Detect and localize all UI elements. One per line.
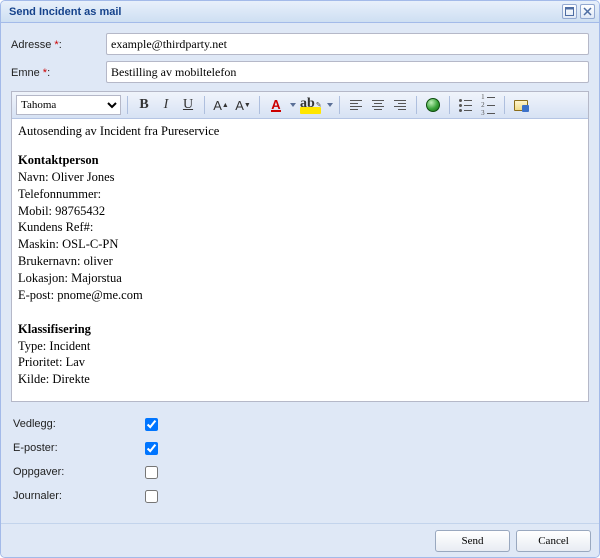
- tasks-label: Oppgaver:: [11, 466, 141, 478]
- contact-line: Navn: Oliver Jones: [18, 169, 582, 186]
- address-label: Adresse *:: [11, 37, 106, 51]
- contact-header: Kontaktperson: [18, 153, 99, 167]
- class-line: Type: Incident: [18, 338, 582, 355]
- contact-line: Maskin: OSL-C-PN: [18, 236, 582, 253]
- maximize-button[interactable]: [562, 4, 577, 19]
- subject-label: Emne *:: [11, 65, 106, 79]
- class-header: Klassifisering: [18, 322, 91, 336]
- font-color-button[interactable]: A: [266, 95, 286, 115]
- link-button[interactable]: [423, 95, 443, 115]
- align-left-button[interactable]: [346, 95, 366, 115]
- separator: [204, 96, 205, 114]
- close-button[interactable]: [580, 4, 595, 19]
- italic-button[interactable]: I: [156, 95, 176, 115]
- underline-button[interactable]: U: [178, 95, 198, 115]
- align-right-button[interactable]: [390, 95, 410, 115]
- contact-line: Kundens Ref#:: [18, 219, 582, 236]
- separator: [504, 96, 505, 114]
- font-decrease-button[interactable]: A▼: [233, 95, 253, 115]
- class-line: Kilde: Direkte: [18, 371, 582, 388]
- subject-input[interactable]: [106, 61, 589, 83]
- separator: [127, 96, 128, 114]
- chevron-down-icon[interactable]: [326, 103, 333, 107]
- intro-line: Autosending av Incident fra Pureservice: [18, 123, 582, 140]
- editor-toolbar: Tahoma B I U A▲ A▼ A ab✎ 123: [12, 92, 588, 119]
- dialog-window: Send Incident as mail Adresse *: Emne *:…: [0, 0, 600, 558]
- separator: [339, 96, 340, 114]
- journals-checkbox[interactable]: [145, 490, 158, 503]
- contact-line: E-post: pnome@me.com: [18, 287, 582, 304]
- separator: [449, 96, 450, 114]
- bullet-list-button[interactable]: [456, 95, 476, 115]
- rich-text-editor: Tahoma B I U A▲ A▼ A ab✎ 123: [11, 91, 589, 402]
- source-edit-button[interactable]: [511, 95, 531, 115]
- dialog-footer: Send Cancel: [1, 523, 599, 557]
- bold-button[interactable]: B: [134, 95, 154, 115]
- contact-line: Mobil: 98765432: [18, 203, 582, 220]
- font-increase-button[interactable]: A▲: [211, 95, 231, 115]
- editor-content[interactable]: Autosending av Incident fra Pureservice …: [12, 119, 588, 401]
- cancel-button[interactable]: Cancel: [516, 530, 591, 552]
- align-center-button[interactable]: [368, 95, 388, 115]
- separator: [416, 96, 417, 114]
- send-button[interactable]: Send: [435, 530, 510, 552]
- window-title: Send Incident as mail: [9, 6, 559, 18]
- dialog-body: Adresse *: Emne *: Tahoma B I U A▲ A▼ A …: [1, 23, 599, 523]
- chevron-down-icon[interactable]: [289, 103, 296, 107]
- contact-line: Lokasjon: Majorstua: [18, 270, 582, 287]
- attachments-label: Vedlegg:: [11, 418, 141, 430]
- number-list-button[interactable]: 123: [478, 95, 498, 115]
- options-group: Vedlegg: E-poster: Oppgaver: Journaler:: [11, 412, 589, 508]
- journals-label: Journaler:: [11, 490, 141, 502]
- address-input[interactable]: [106, 33, 589, 55]
- globe-icon: [426, 98, 440, 112]
- emails-label: E-poster:: [11, 442, 141, 454]
- contact-line: Brukernavn: oliver: [18, 253, 582, 270]
- source-edit-icon: [514, 100, 528, 111]
- font-select[interactable]: Tahoma: [16, 95, 121, 115]
- emails-checkbox[interactable]: [145, 442, 158, 455]
- class-line: Prioritet: Lav: [18, 354, 582, 371]
- highlight-button[interactable]: ab✎: [298, 95, 323, 115]
- separator: [259, 96, 260, 114]
- contact-line: Telefonnummer:: [18, 186, 582, 203]
- attachments-checkbox[interactable]: [145, 418, 158, 431]
- titlebar: Send Incident as mail: [1, 1, 599, 23]
- tasks-checkbox[interactable]: [145, 466, 158, 479]
